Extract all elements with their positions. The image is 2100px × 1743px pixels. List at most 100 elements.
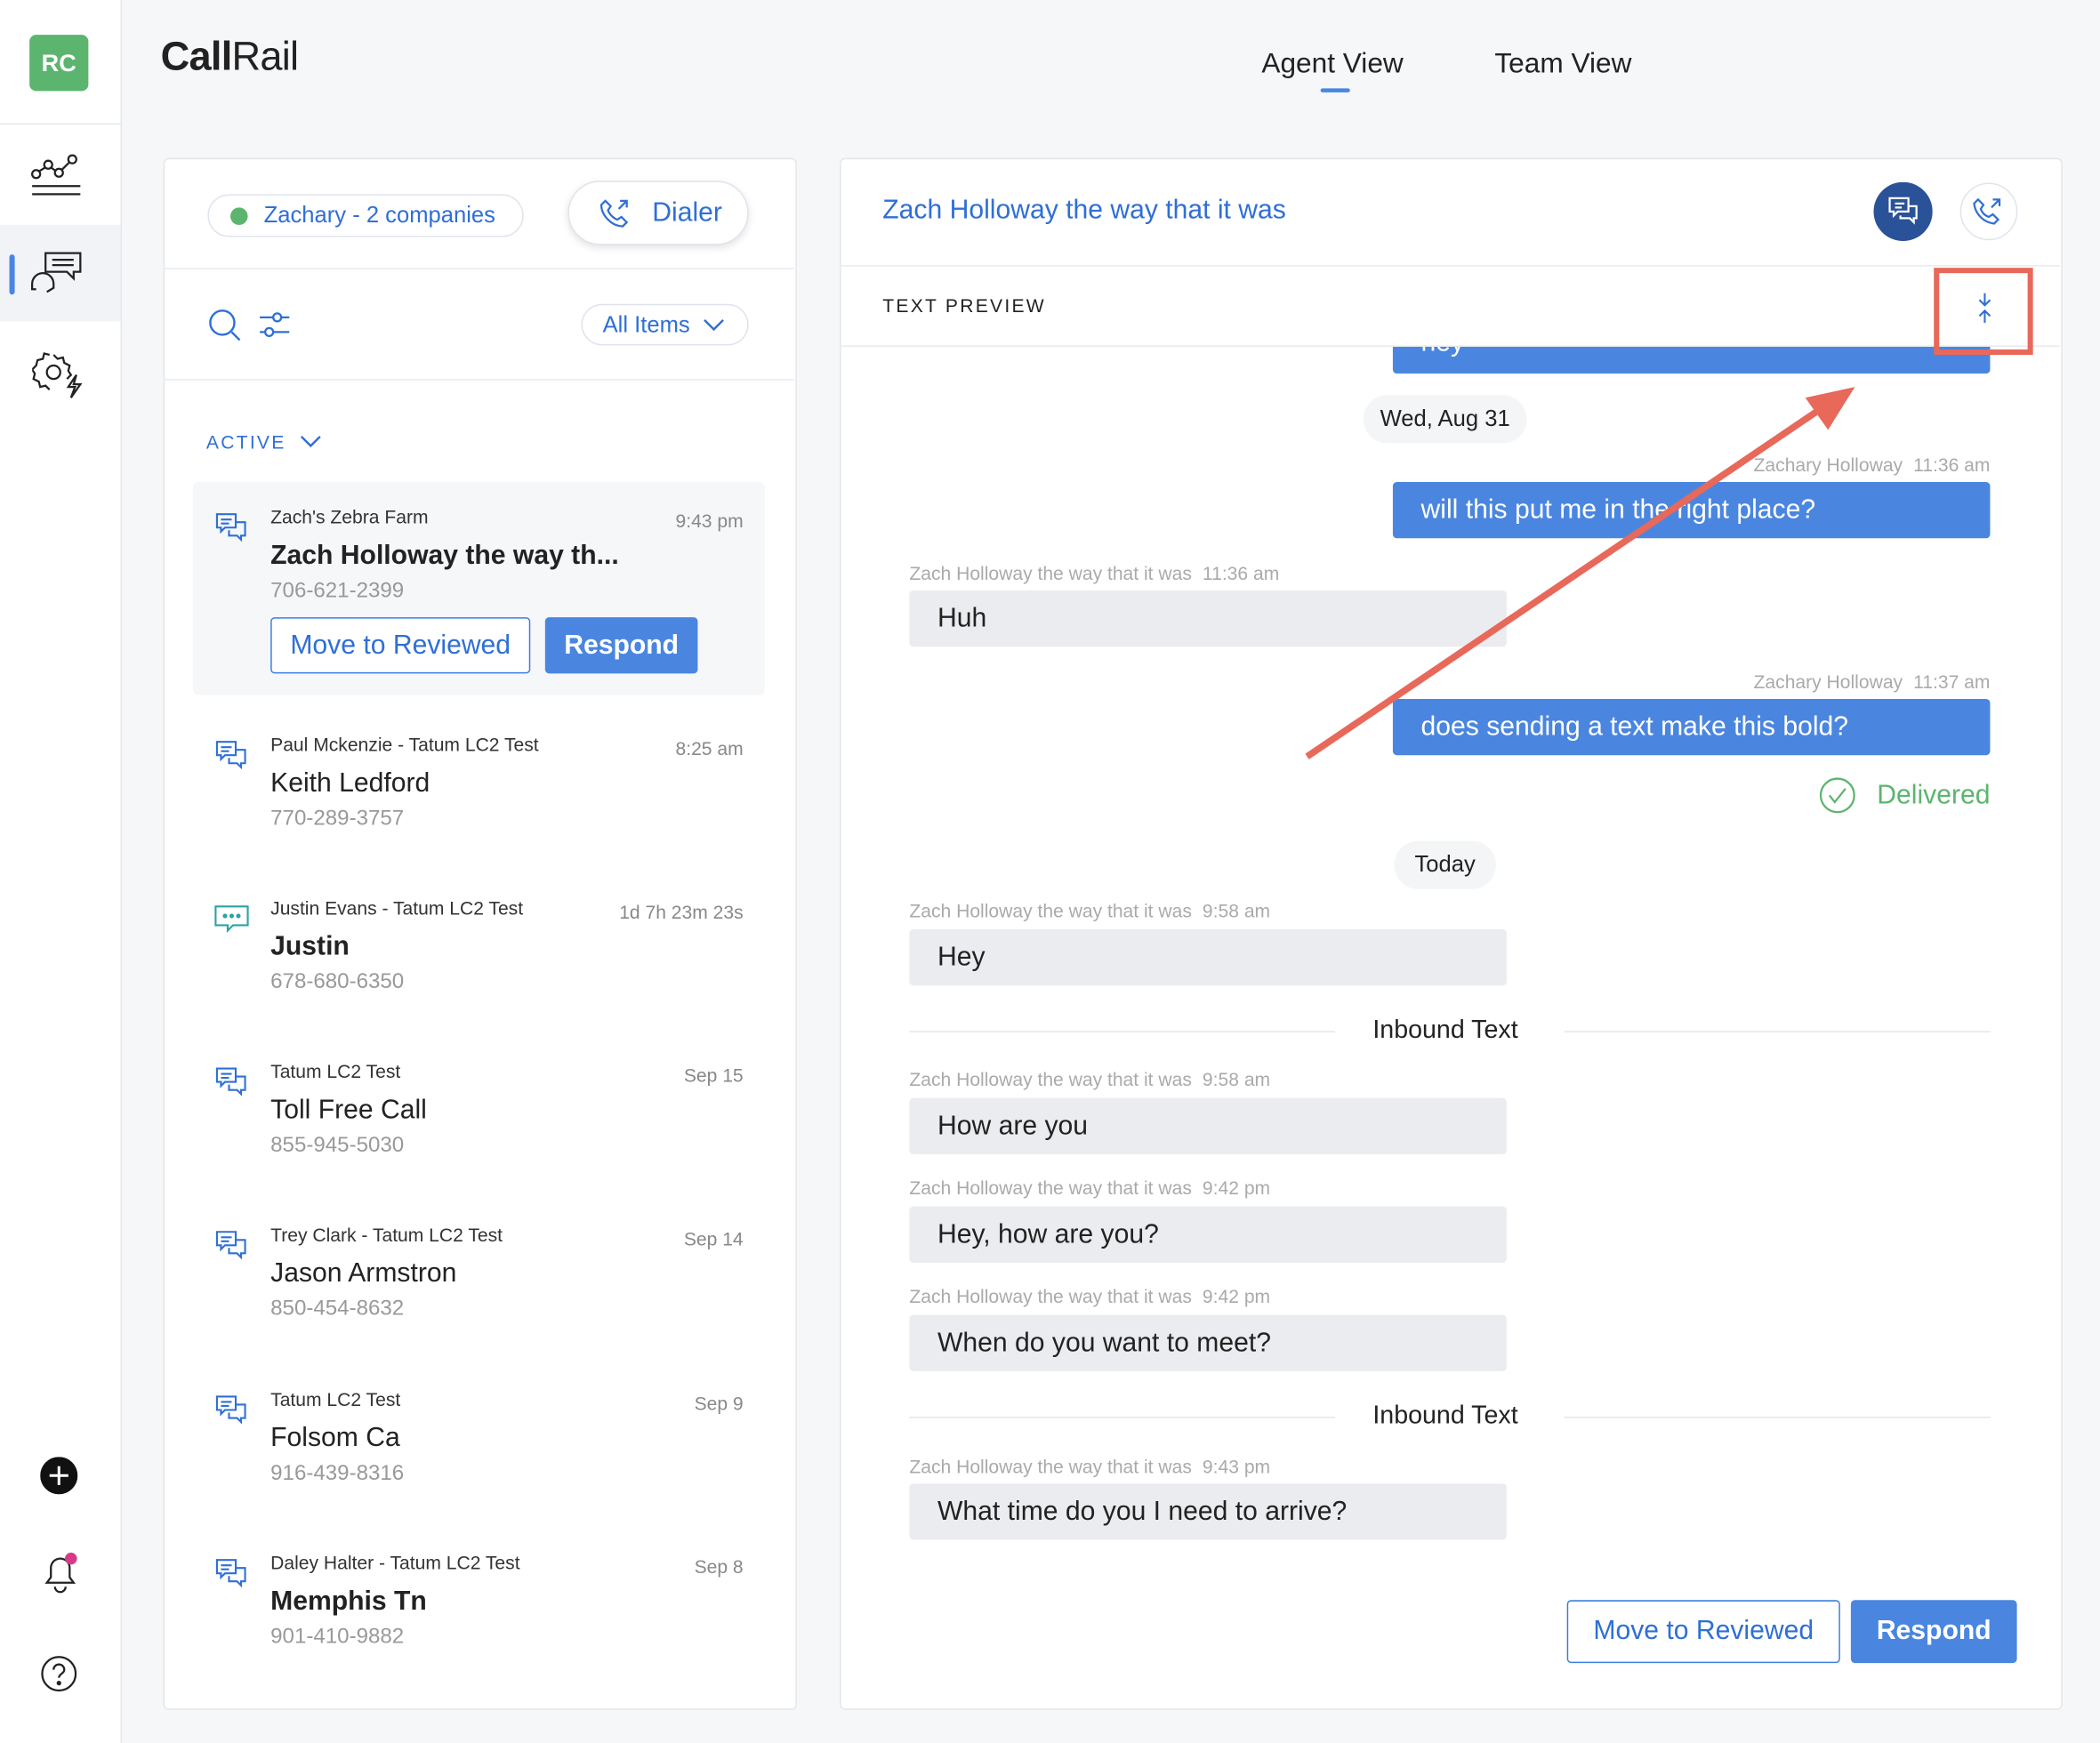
divider (909, 1417, 1336, 1418)
account-logo[interactable]: RC (29, 35, 89, 92)
divider (163, 268, 794, 269)
items-filter-dropdown[interactable]: All Items (581, 303, 749, 346)
item-contact-name: Folsom Ca (270, 1423, 400, 1453)
plus-icon[interactable] (40, 1457, 78, 1495)
item-time: Sep 9 (694, 1392, 744, 1415)
status-dot (229, 206, 248, 225)
divider (1564, 1417, 1991, 1418)
item-contact-name: Memphis Tn (270, 1586, 427, 1617)
inbound-text-divider: Inbound Text (1372, 1016, 1518, 1045)
date-chip: Today (1394, 840, 1496, 889)
message-bubble-inbound: How are you (909, 1097, 1507, 1154)
chat-bubbles-icon (215, 513, 246, 542)
chat-bubbles-icon (215, 1231, 246, 1260)
item-phone: 850-454-8632 (270, 1297, 405, 1321)
delivered-status: Delivered (1818, 776, 1990, 814)
message-meta: Zach Holloway the way that it was 9:58 am (909, 899, 1271, 921)
message-meta: Zach Holloway the way that it was 9:43 pm (909, 1455, 1271, 1477)
sms-icon (214, 905, 249, 934)
annotation-highlight-box (1934, 268, 2033, 356)
item-contact-name: Justin (270, 931, 350, 962)
respond-button[interactable]: Respond (544, 617, 698, 674)
chat-bubbles-icon (215, 741, 246, 770)
delivered-label: Delivered (1877, 780, 1991, 810)
date-chip: Wed, Aug 31 (1363, 395, 1527, 444)
message-meta: Zachary Holloway 11:37 am (1753, 671, 1991, 693)
item-company: Daley Halter - Tatum LC2 Test (270, 1552, 520, 1574)
active-section-toggle[interactable]: ACTIVE (206, 431, 321, 453)
message-bubble-outbound: does sending a text make this bold? (1392, 698, 1991, 756)
item-phone: 678-680-6350 (270, 970, 405, 994)
active-indicator (9, 254, 15, 295)
item-phone: 901-410-9882 (270, 1625, 405, 1649)
automation-settings-icon[interactable] (32, 350, 85, 401)
item-time: Sep 15 (683, 1064, 744, 1087)
item-company: Trey Clark - Tatum LC2 Test (270, 1224, 503, 1246)
respond-button[interactable]: Respond (1850, 1600, 2017, 1664)
item-company: Justin Evans - Tatum LC2 Test (270, 896, 524, 919)
phone-outgoing-icon (599, 199, 629, 228)
contact-title[interactable]: Zach Holloway the way that it was (882, 196, 1286, 227)
divider (840, 265, 2060, 267)
inbound-text-divider: Inbound Text (1372, 1402, 1518, 1431)
item-company: Tatum LC2 Test (270, 1060, 401, 1082)
item-contact-name: Toll Free Call (270, 1095, 427, 1125)
item-time: Sep 8 (694, 1555, 744, 1578)
message-meta: Zachary Holloway 11:36 am (1753, 454, 1991, 476)
item-phone: 916-439-8316 (270, 1462, 405, 1485)
message-bubble-inbound: Hey, how are you? (909, 1206, 1507, 1263)
dialer-button[interactable]: Dialer (567, 181, 749, 245)
item-phone: 855-945-5030 (270, 1134, 405, 1157)
move-to-reviewed-button[interactable]: Move to Reviewed (1566, 1600, 1840, 1664)
message-bubble-inbound: What time do you I need to arrive? (909, 1483, 1507, 1540)
help-icon[interactable] (40, 1655, 77, 1692)
message-meta: Zach Holloway the way that it was 9:42 pm (909, 1285, 1271, 1307)
conversations-icon[interactable] (27, 249, 85, 297)
item-time: 8:25 am (675, 737, 744, 759)
agent-status-selector[interactable]: Zachary - 2 companies (207, 194, 524, 237)
bell-icon[interactable] (40, 1551, 80, 1594)
call-button[interactable] (1959, 182, 2018, 241)
item-time: 9:43 pm (675, 510, 744, 532)
chevron-down-icon (300, 436, 321, 448)
item-time: Sep 14 (683, 1227, 744, 1249)
filter-label: All Items (602, 311, 690, 337)
section-title: TEXT PREVIEW (882, 294, 1046, 317)
item-time: 1d 7h 23m 23s (619, 901, 744, 923)
item-company: Zach's Zebra Farm (270, 506, 429, 528)
item-contact-name: Jason Armstron (270, 1258, 457, 1289)
filter-sliders-icon[interactable] (259, 308, 291, 340)
analytics-icon[interactable] (29, 150, 83, 201)
item-contact-name: Zach Holloway the way th... (270, 541, 619, 571)
item-company: Paul Mckenzie - Tatum LC2 Test (270, 734, 539, 756)
message-meta: Zach Holloway the way that it was 9:42 pm (909, 1177, 1271, 1199)
move-to-reviewed-button[interactable]: Move to Reviewed (270, 617, 531, 674)
message-bubble-inbound: When do you want to meet? (909, 1314, 1507, 1371)
dialer-label: Dialer (652, 197, 722, 228)
text-message-button[interactable] (1873, 181, 1933, 242)
message-meta: Zach Holloway the way that it was 9:58 am (909, 1068, 1271, 1090)
message-meta: Zach Holloway the way that it was 11:36 a… (909, 562, 1280, 584)
chat-bubbles-icon (215, 1559, 246, 1588)
item-phone: 770-289-3757 (270, 807, 405, 831)
check-circle-icon (1819, 777, 1855, 814)
divider (0, 123, 121, 125)
message-bubble-inbound: Huh (909, 590, 1507, 647)
item-contact-name: Keith Ledford (270, 768, 430, 799)
chevron-down-icon (704, 318, 725, 331)
divider (163, 379, 794, 381)
tab-team-view[interactable]: Team View (1494, 48, 1631, 80)
tab-agent-view[interactable]: Agent View (1261, 48, 1403, 80)
chat-bubbles-icon (215, 1067, 246, 1096)
scroll-clip: hey (841, 346, 2059, 374)
search-icon[interactable] (207, 308, 242, 342)
message-bubble-inbound: Hey (909, 928, 1507, 986)
item-company: Tatum LC2 Test (270, 1388, 401, 1410)
active-tab-underline (1320, 88, 1350, 92)
section-label: ACTIVE (205, 430, 286, 453)
chat-bubbles-icon (215, 1395, 246, 1425)
divider (909, 1031, 1336, 1032)
callrail-logo: CallRail (160, 35, 299, 79)
agent-label: Zachary - 2 companies (263, 202, 495, 228)
divider (1564, 1031, 1991, 1032)
